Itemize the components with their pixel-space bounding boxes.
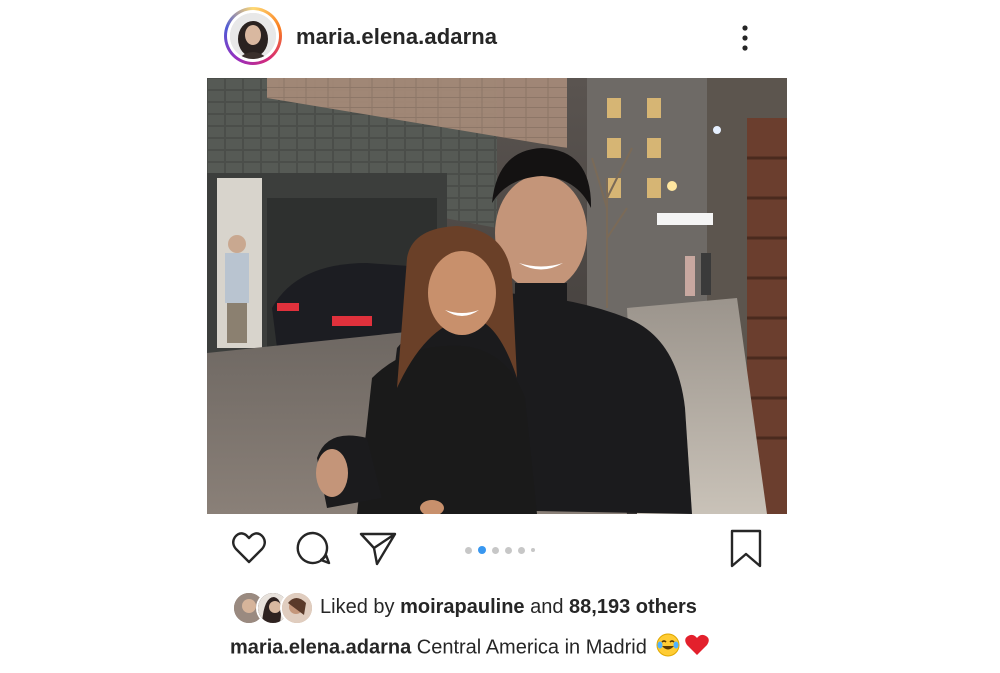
- heart-icon[interactable]: [229, 528, 269, 573]
- liker-avatar: [280, 591, 314, 625]
- carousel-dot-active: [478, 546, 486, 554]
- profile-avatar[interactable]: [224, 7, 282, 65]
- avatar-border: [227, 10, 279, 62]
- post-photo[interactable]: [207, 78, 787, 514]
- carousel-dot: [518, 546, 525, 554]
- send-icon[interactable]: [357, 528, 399, 573]
- carousel-dot: [492, 546, 499, 554]
- more-vertical-icon[interactable]: [739, 23, 751, 53]
- red-heart-icon: [684, 633, 710, 663]
- face-with-tears-of-joy-icon: [656, 633, 680, 663]
- post-username[interactable]: maria.elena.adarna: [296, 24, 497, 50]
- liker-username[interactable]: moirapauline: [400, 596, 524, 618]
- carousel-dot: [465, 546, 472, 554]
- caption-username[interactable]: maria.elena.adarna: [230, 636, 411, 658]
- likes-text: Liked by moirapauline and 88,193 others: [320, 596, 697, 619]
- likes-prefix: Liked by: [320, 596, 401, 618]
- avatar-photo: [230, 13, 276, 59]
- carousel-dot: [531, 548, 535, 552]
- comment-icon[interactable]: [293, 528, 333, 573]
- likes-row: Liked by moirapauline and 88,193 others: [232, 590, 792, 625]
- carousel-indicator: [465, 545, 535, 555]
- liker-avatars[interactable]: [232, 591, 314, 625]
- likes-middle: and: [524, 596, 570, 618]
- bookmark-icon[interactable]: [726, 528, 766, 575]
- likes-others-count[interactable]: 88,193 others: [569, 596, 697, 618]
- carousel-dot: [505, 546, 512, 554]
- post-header: maria.elena.adarna: [224, 7, 784, 65]
- post-action-bar: [207, 528, 787, 574]
- post-caption: maria.elena.adarna Central America in Ma…: [230, 633, 710, 663]
- caption-text: Central America in Madrid: [411, 636, 647, 659]
